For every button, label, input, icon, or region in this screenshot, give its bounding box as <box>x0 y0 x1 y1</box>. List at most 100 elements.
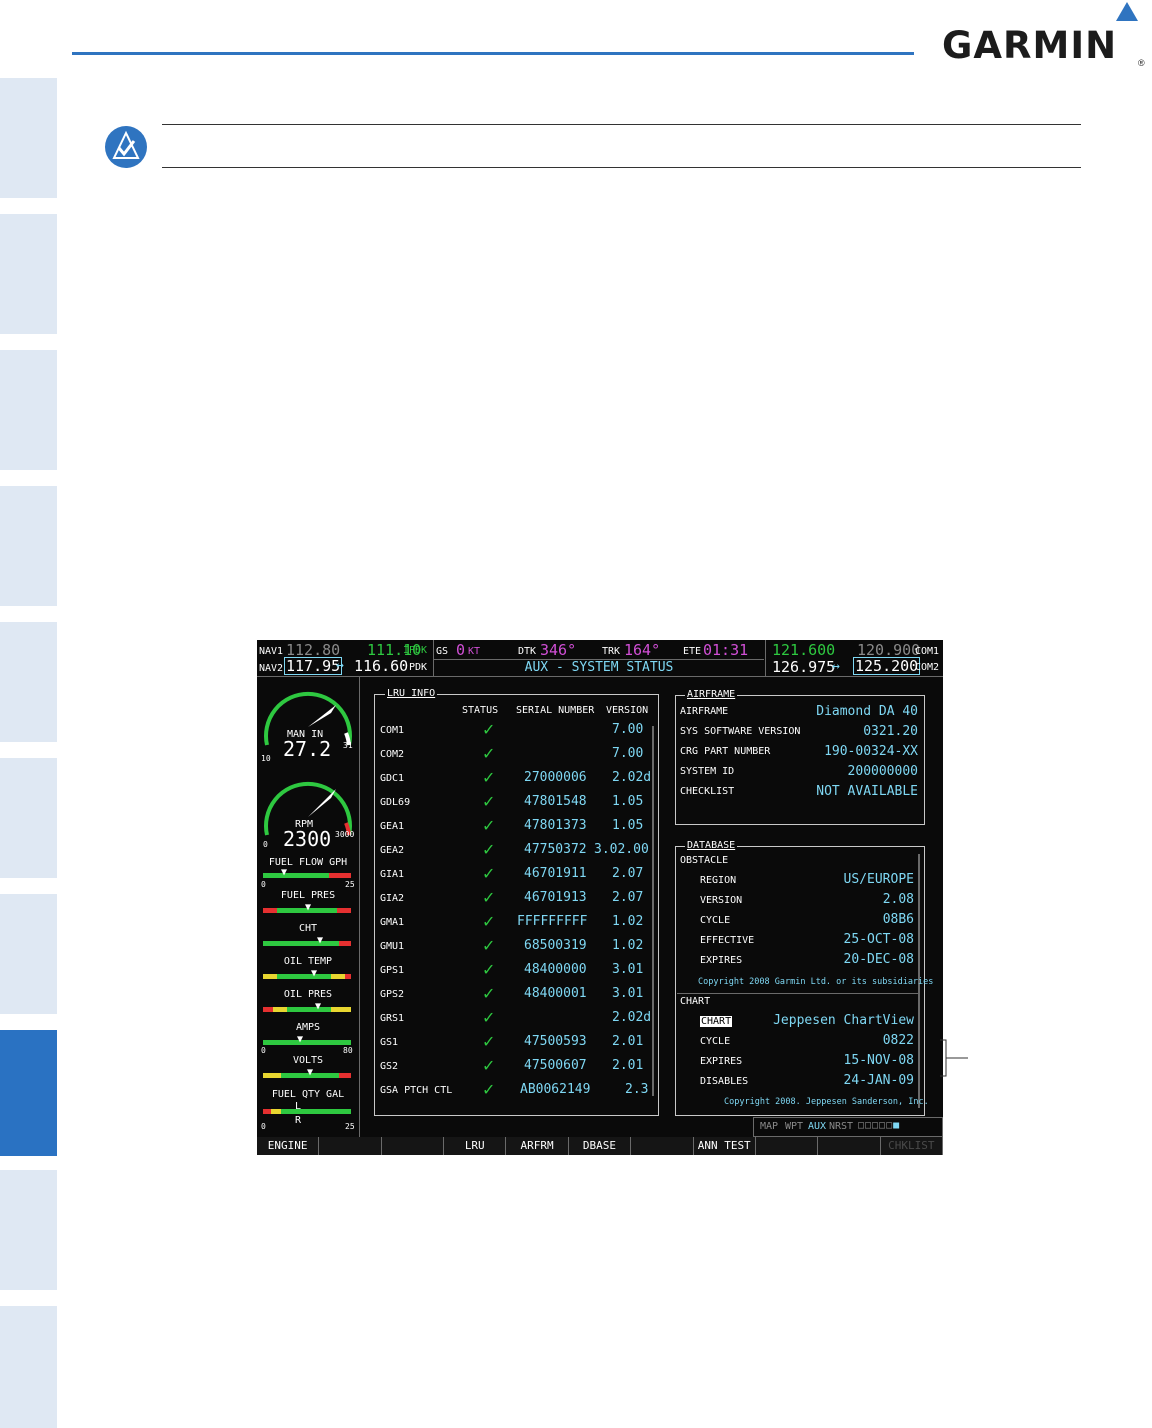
lru-version: 3.01 <box>612 986 644 1001</box>
softkey-7[interactable] <box>631 1137 694 1155</box>
obstacle-value: 2.08 <box>882 892 914 907</box>
softkey-9[interactable] <box>755 1137 819 1155</box>
chart-name-label[interactable]: CHART <box>700 1016 733 1027</box>
page-group-map: MAP <box>760 1121 779 1132</box>
side-tab-8-active <box>0 1030 57 1156</box>
check-icon: ✓ <box>482 768 496 787</box>
lru-serial: 48400000 <box>524 962 587 977</box>
check-icon: ✓ <box>482 1056 496 1075</box>
fuel-qty-left: L <box>295 1101 302 1112</box>
page-dots-icon: □□□□□■ <box>858 1120 901 1131</box>
lru-name: COM1 <box>380 725 405 736</box>
check-icon: ✓ <box>482 1080 496 1099</box>
oil-temp-pointer-icon: ▼ <box>311 968 318 979</box>
side-tab-2 <box>0 214 57 334</box>
oil-pres-pointer-icon: ▼ <box>315 1001 322 1012</box>
softkey-lru[interactable]: LRU <box>444 1137 507 1155</box>
side-tab-10 <box>0 1306 57 1428</box>
softkey-3[interactable] <box>381 1137 445 1155</box>
airframe-label: CRG PART NUMBER <box>680 746 771 757</box>
check-icon: ✓ <box>482 816 496 835</box>
nav2-active[interactable]: 117.95 <box>284 657 343 675</box>
check-icon: ✓ <box>482 840 496 859</box>
page-group-nrst: NRST <box>829 1121 854 1132</box>
fuel-qty-min: 0 <box>261 1122 266 1131</box>
nav2-id: PDK <box>409 662 428 673</box>
side-tab-1 <box>0 78 57 198</box>
fuel-flow-max: 25 <box>345 880 355 889</box>
check-icon: ✓ <box>482 960 496 979</box>
lru-version: 3.02.00 <box>594 842 649 857</box>
softkey-engine[interactable]: ENGINE <box>257 1137 320 1155</box>
airframe-label: SYSTEM ID <box>680 766 735 777</box>
com2-swap-icon[interactable]: ↔ <box>832 659 840 674</box>
check-icon: ✓ <box>482 888 496 907</box>
lru-name: GIA2 <box>380 893 405 904</box>
chart-value: 15-NOV-08 <box>843 1053 914 1068</box>
airframe-label: SYS SOFTWARE VERSION <box>680 726 801 737</box>
softkey-chklist[interactable]: CHKLIST <box>880 1137 943 1155</box>
nav2-standby[interactable]: 116.60 <box>354 657 408 675</box>
ete-value: 01:31 <box>703 641 749 659</box>
com2-active[interactable]: 126.975 <box>772 658 835 676</box>
man-in-min: 10 <box>261 754 271 763</box>
softkey-10[interactable] <box>818 1137 881 1155</box>
fuel-qty-right: R <box>295 1115 302 1126</box>
cht-pointer-icon: ▼ <box>317 935 324 946</box>
lru-name: GS2 <box>380 1061 399 1072</box>
oil-pres-label: OIL PRES <box>283 989 333 1000</box>
page-title: AUX - SYSTEM STATUS <box>524 660 674 675</box>
check-icon: ✓ <box>482 1008 496 1027</box>
softkey-2[interactable] <box>319 1137 382 1155</box>
lru-version: 1.05 <box>612 794 644 809</box>
softkey-ann-test[interactable]: ANN TEST <box>693 1137 756 1155</box>
trk-label: TRK <box>602 646 621 657</box>
lru-scrollbar[interactable] <box>652 726 654 1096</box>
lru-version: 1.02 <box>612 914 644 929</box>
airframe-value: 190-00324-XX <box>824 744 918 759</box>
fuel-qty-label: FUEL QTY GAL <box>271 1089 345 1100</box>
check-icon: ✓ <box>482 744 496 763</box>
chart-copyright: Copyright 2008. Jeppesen Sanderson, Inc. <box>724 1097 929 1107</box>
side-tab-6 <box>0 758 57 878</box>
man-in-max: 31 <box>343 741 353 750</box>
obstacle-copyright: Copyright 2008 Garmin Ltd. or its subsid… <box>698 977 934 987</box>
chart-name-value: Jeppesen ChartView <box>773 1013 914 1028</box>
chart-value: 24-JAN-09 <box>843 1073 914 1088</box>
chart-label: DISABLES <box>700 1076 749 1087</box>
note-rule-bottom <box>162 167 1081 168</box>
lru-header-status: STATUS <box>462 705 499 716</box>
lru-serial: 47500593 <box>524 1034 587 1049</box>
lru-version: 7.00 <box>612 746 644 761</box>
lru-name: GMA1 <box>380 917 405 928</box>
nav1-label: NAV1 <box>259 646 284 657</box>
lru-name: GPS1 <box>380 965 405 976</box>
obstacle-label: REGION <box>700 875 737 886</box>
note-icon <box>105 126 147 168</box>
lru-header-serial: SERIAL NUMBER <box>516 705 595 716</box>
obstacle-label: VERSION <box>700 895 743 906</box>
lru-name: GDC1 <box>380 773 405 784</box>
check-icon: ✓ <box>482 984 496 1003</box>
obstacle-value: US/EUROPE <box>843 872 914 887</box>
garmin-logo: GARMIN ® <box>942 2 1145 68</box>
nav2-swap-icon[interactable]: ↔ <box>336 658 344 673</box>
volts-pointer-icon: ▼ <box>307 1067 314 1078</box>
mfd-screen: NAV1 112.80 111.10 IPDK NAV2 117.95 ↔ 11… <box>257 640 943 1155</box>
lru-serial: 47801373 <box>524 818 587 833</box>
lru-name: GS1 <box>380 1037 399 1048</box>
rpm-value: 2300 <box>283 827 332 851</box>
lru-name: GSA PTCH CTL <box>380 1085 453 1096</box>
airframe-label: CHECKLIST <box>680 786 735 797</box>
softkey-arfrm[interactable]: ARFRM <box>506 1137 569 1155</box>
com2-standby[interactable]: 125.200 <box>853 657 921 675</box>
gs-value: 0 <box>456 641 466 659</box>
note-rule-top <box>162 124 1081 125</box>
chart-title: CHART <box>680 996 711 1007</box>
airframe-value: 200000000 <box>847 764 918 779</box>
logo-text: GARMIN <box>942 24 1118 67</box>
softkey-dbase[interactable]: DBASE <box>568 1137 632 1155</box>
lru-serial: 46701911 <box>524 866 587 881</box>
com1-active[interactable]: 121.600 <box>772 641 835 659</box>
rpm-max: 3000 <box>335 830 355 839</box>
